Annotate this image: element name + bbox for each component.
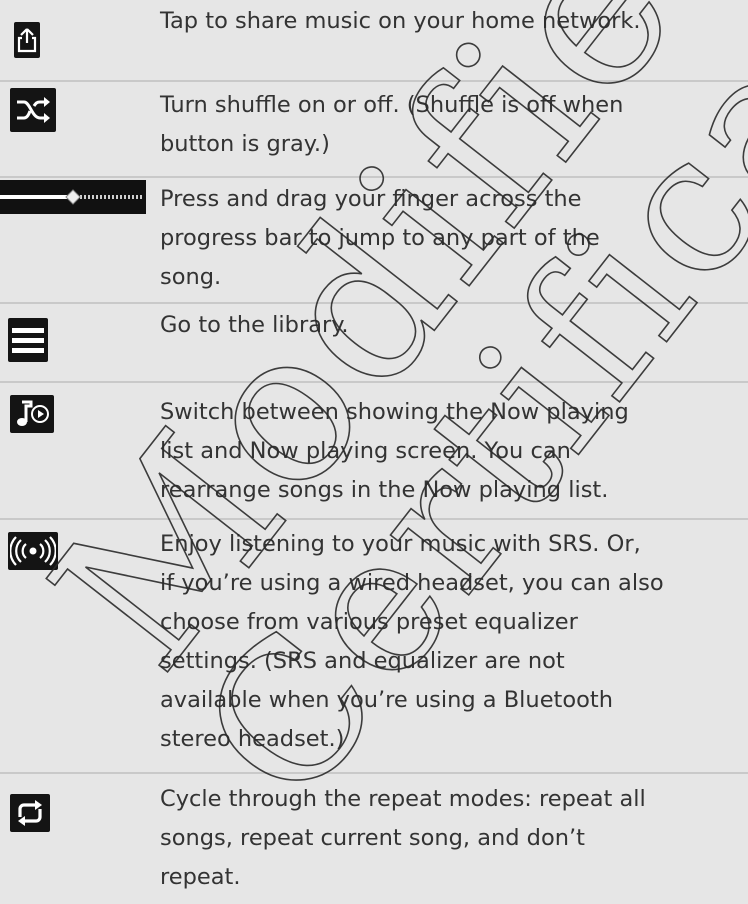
row-description: Switch between showing the Now playing l…: [160, 393, 742, 510]
share-icon: [14, 22, 40, 58]
description-line: rearrange songs in the Now playing list.: [160, 477, 609, 503]
icon-legend-list: Tap to share music on your home network.…: [0, 0, 748, 904]
description-line: Switch between showing the Now playing: [160, 399, 629, 425]
description-line: progress bar to jump to any part of the: [160, 225, 600, 251]
description-line: if you’re using a wired headset, you can…: [160, 570, 664, 596]
description-line: list and Now playing screen. You can: [160, 438, 571, 464]
list-item: Tap to share music on your home network.: [0, 0, 748, 82]
description-line: stereo headset.): [160, 726, 345, 752]
row-description: Enjoy listening to your music with SRS. …: [160, 525, 742, 759]
list-item: Press and drag your finger across the pr…: [0, 178, 748, 304]
list-item: Turn shuffle on or off. (Shuffle is off …: [0, 82, 748, 178]
list-item: Switch between showing the Now playing l…: [0, 383, 748, 520]
description-line: Cycle through the repeat modes: repeat a…: [160, 786, 646, 812]
repeat-icon: [10, 794, 50, 832]
list-item: Go to the library.: [0, 304, 748, 383]
row-description: Press and drag your finger across the pr…: [160, 180, 742, 297]
srs-sound-icon: [8, 532, 58, 570]
row-description: Turn shuffle on or off. (Shuffle is off …: [160, 86, 742, 164]
row-description: Cycle through the repeat modes: repeat a…: [160, 780, 742, 897]
row-description: Tap to share music on your home network.: [160, 2, 742, 41]
now-playing-toggle-icon: [10, 395, 54, 433]
shuffle-icon: [10, 88, 56, 132]
description-line: Tap to share music on your home network.: [160, 8, 641, 34]
description-line: Enjoy listening to your music with SRS. …: [160, 531, 641, 557]
description-line: repeat.: [160, 864, 241, 890]
description-line: Press and drag your finger across the: [160, 186, 582, 212]
progress-bar-icon: [0, 180, 146, 214]
list-item: Cycle through the repeat modes: repeat a…: [0, 774, 748, 904]
list-item: Enjoy listening to your music with SRS. …: [0, 520, 748, 774]
row-description: Go to the library.: [160, 306, 742, 345]
description-line: settings. (SRS and equalizer are not: [160, 648, 565, 674]
description-line: choose from various preset equalizer: [160, 609, 578, 635]
description-line: song.: [160, 264, 222, 290]
description-line: button is gray.): [160, 131, 330, 157]
library-icon: [8, 318, 48, 362]
description-line: Turn shuffle on or off. (Shuffle is off …: [160, 92, 624, 118]
description-line: songs, repeat current song, and don’t: [160, 825, 585, 851]
description-line: available when you’re using a Bluetooth: [160, 687, 613, 713]
description-line: Go to the library.: [160, 312, 349, 338]
